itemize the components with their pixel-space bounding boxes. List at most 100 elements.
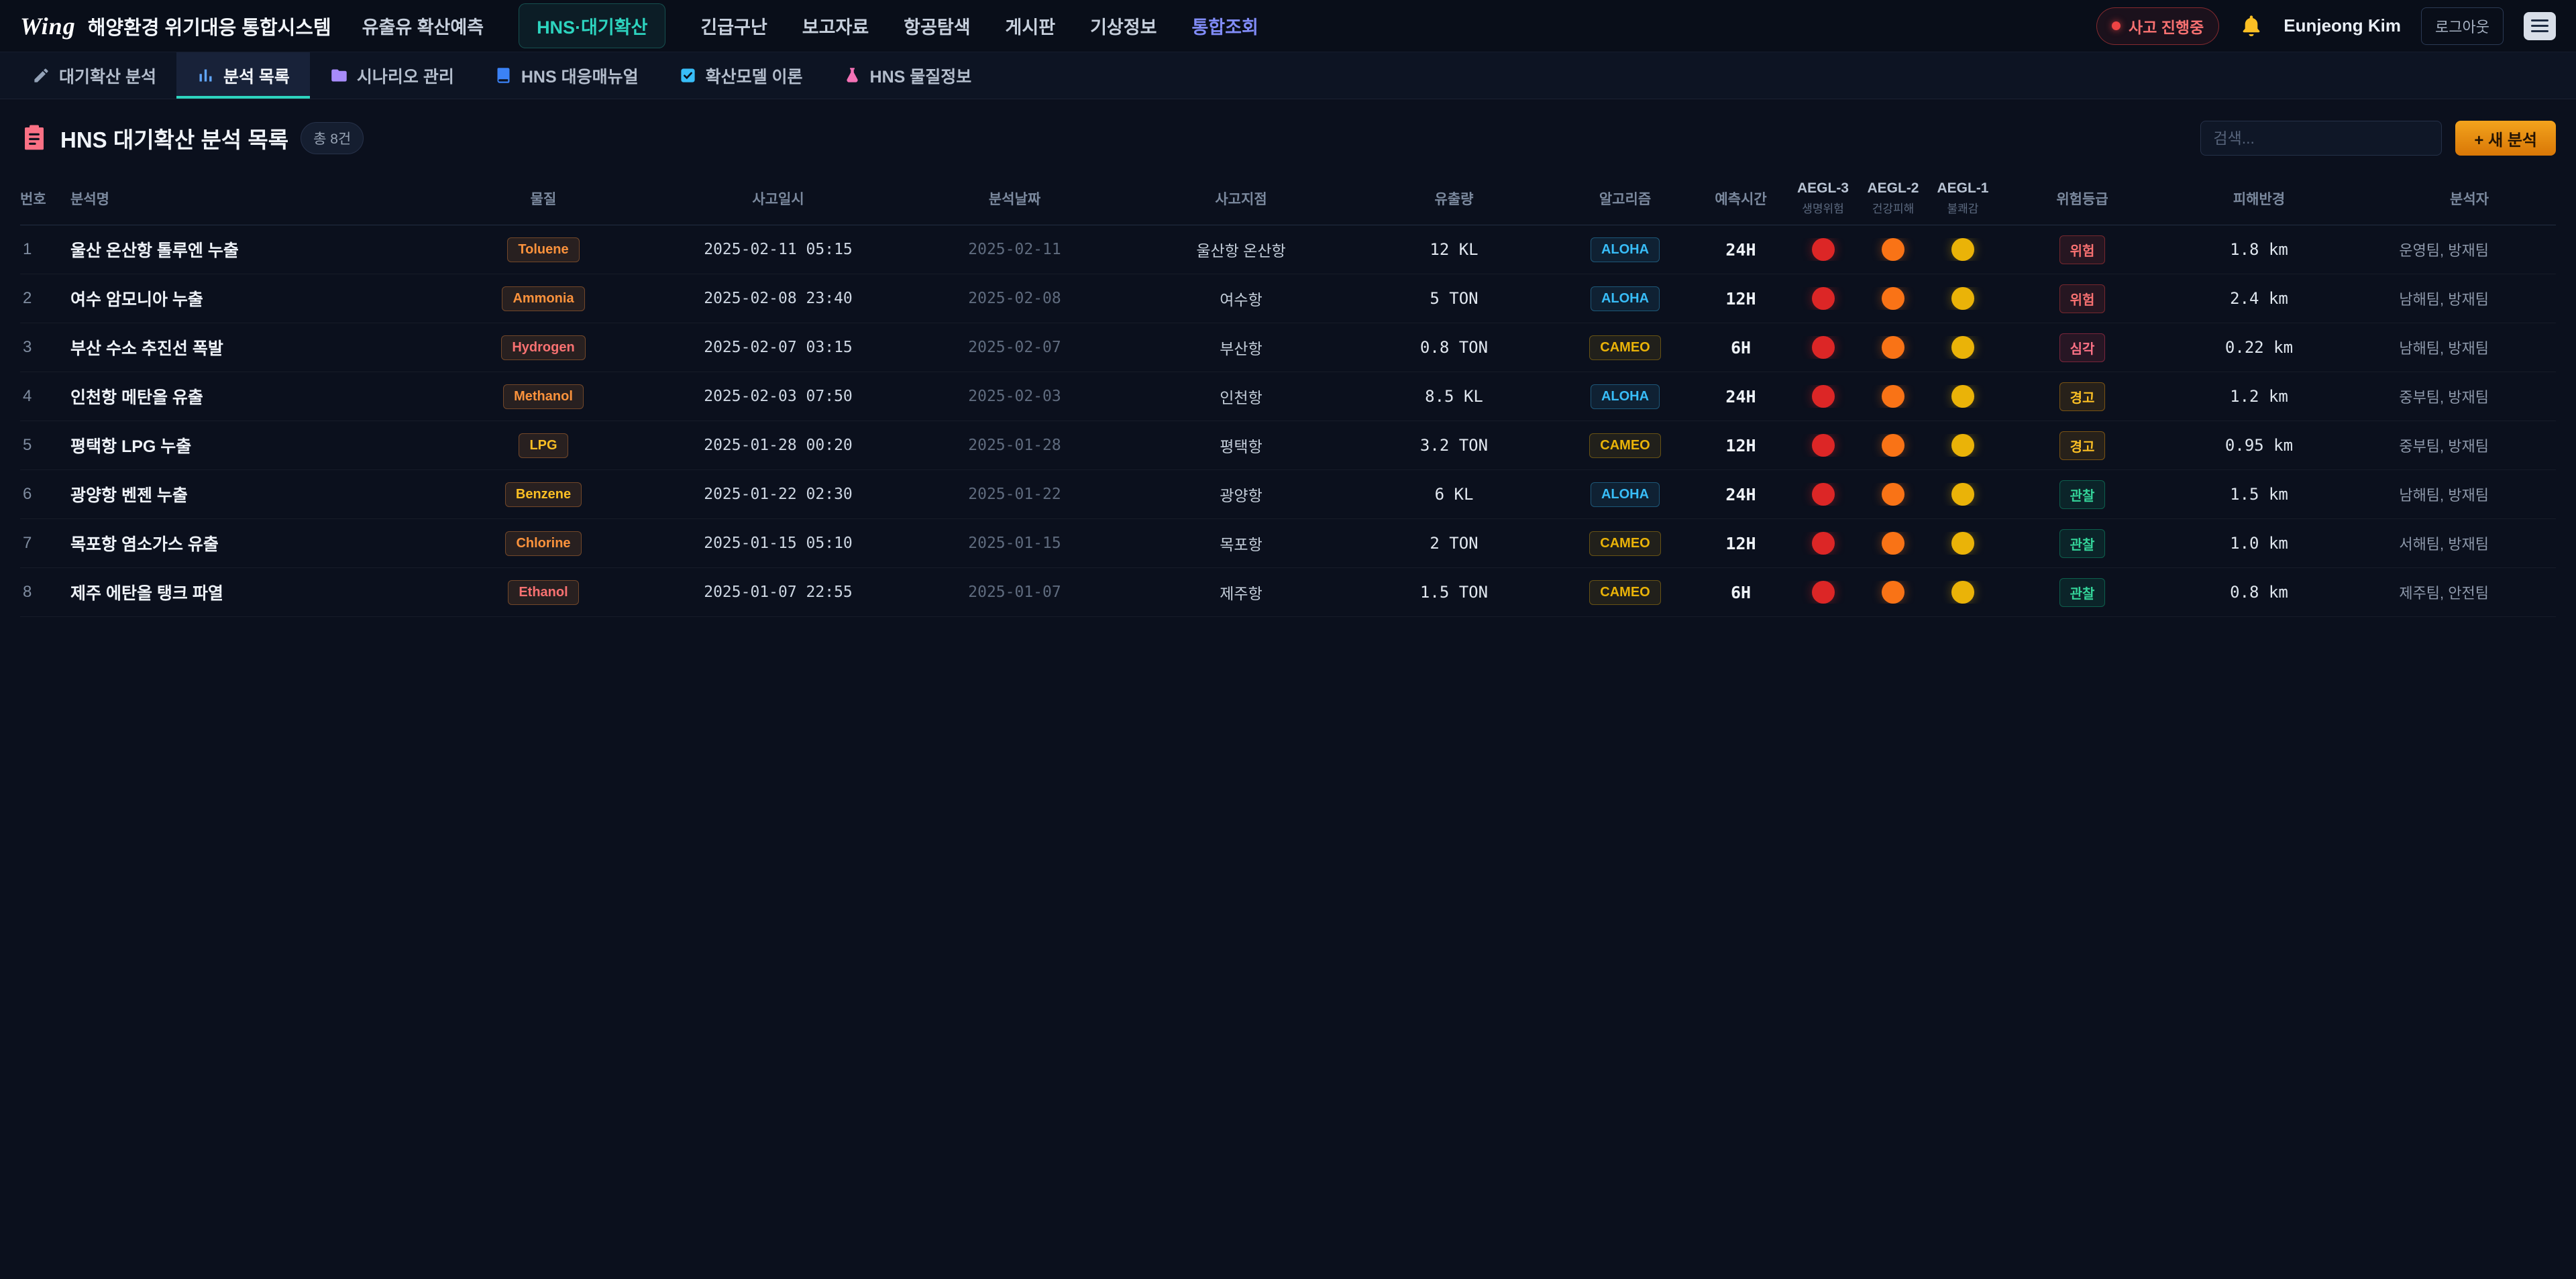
risk-badge: 관찰 [2059, 578, 2106, 607]
analysis-name: 광양항 벤젠 누출 [70, 482, 429, 506]
logout-button[interactable]: 로그아웃 [2421, 7, 2504, 45]
table-body: 1 울산 온산항 톨루엔 누출 Toluene 2025-02-11 05:15… [20, 225, 2556, 617]
total-count-badge: 총 8건 [301, 122, 364, 154]
nav-item-emergency-rescue[interactable]: 긴급구난 [700, 13, 767, 39]
substance-badge: Ethanol [508, 580, 578, 605]
notification-bell-icon[interactable] [2239, 14, 2263, 38]
spill-amount: 8.5 KL [1352, 387, 1556, 406]
accident-datetime: 2025-01-28 00:20 [657, 437, 899, 454]
aegl2-indicator [1882, 336, 1904, 359]
col-risk-grade: 위험등급 [1998, 188, 2167, 209]
analysis-name: 목포항 염소가스 유출 [70, 531, 429, 555]
incident-status-label: 사고 진행중 [2129, 15, 2204, 38]
damage-radius: 0.22 km [2167, 338, 2351, 357]
row-number: 7 [20, 534, 70, 553]
table-row[interactable]: 4 인천항 메탄올 유출 Methanol 2025-02-03 07:50 2… [20, 372, 2556, 421]
top-navigation-bar: Wing 해양환경 위기대응 통합시스템 유출유 확산예측 HNS·대기확산 긴… [0, 0, 2576, 52]
table-row[interactable]: 1 울산 온산항 톨루엔 누출 Toluene 2025-02-11 05:15… [20, 225, 2556, 274]
aegl1-indicator [1951, 287, 1974, 310]
search-input[interactable] [2200, 121, 2442, 156]
analysis-name: 부산 수소 추진선 폭발 [70, 335, 429, 359]
aegl3-indicator [1812, 483, 1835, 506]
user-name: Eunjeong Kim [2284, 15, 2401, 36]
risk-badge: 위험 [2059, 284, 2106, 313]
risk-badge: 관찰 [2059, 480, 2106, 509]
analysis-date: 2025-01-15 [899, 535, 1130, 552]
tab-hns-substance-info[interactable]: HNS 물질정보 [823, 52, 992, 99]
new-analysis-button[interactable]: + 새 분석 [2455, 121, 2556, 156]
analysis-date: 2025-01-28 [899, 437, 1130, 454]
prediction-time: 12H [1694, 289, 1788, 309]
analysis-name: 인천항 메탄올 유출 [70, 384, 429, 408]
table-row[interactable]: 2 여수 암모니아 누출 Ammonia 2025-02-08 23:40 20… [20, 274, 2556, 323]
aegl1-indicator [1951, 434, 1974, 457]
row-number: 2 [20, 289, 70, 308]
tab-label: 분석 목록 [223, 64, 290, 88]
nav-item-integrated-search[interactable]: 통합조회 [1191, 13, 1258, 39]
aegl2-indicator [1882, 434, 1904, 457]
damage-radius: 1.5 km [2167, 485, 2351, 504]
table-row[interactable]: 6 광양항 벤젠 누출 Benzene 2025-01-22 02:30 202… [20, 470, 2556, 519]
incident-status-badge: 사고 진행중 [2096, 7, 2219, 45]
col-analysis-name: 분석명 [70, 188, 429, 209]
page-header-actions: + 새 분석 [2200, 121, 2556, 156]
table-header-row: 번호 분석명 물질 사고일시 분석날짜 사고지점 유출량 알고리즘 예측시간 A… [20, 172, 2556, 225]
tab-diffusion-analysis[interactable]: 대기확산 분석 [12, 52, 176, 99]
row-number: 5 [20, 436, 70, 455]
aegl2-indicator [1882, 287, 1904, 310]
app-logo: Wing [20, 12, 76, 40]
nav-item-spill-prediction[interactable]: 유출유 확산예측 [362, 13, 484, 39]
risk-badge: 위험 [2059, 235, 2106, 264]
spill-amount: 3.2 TON [1352, 436, 1556, 455]
sub-tab-bar: 대기확산 분석 분석 목록 시나리오 관리 HNS 대응매뉴얼 확산모델 이론 … [0, 52, 2576, 99]
analyst: 제주팀, 안전팀 [2351, 581, 2556, 603]
accident-location: 목포항 [1130, 532, 1352, 555]
accident-datetime: 2025-02-11 05:15 [657, 241, 899, 258]
substance-badge: Benzene [505, 482, 582, 507]
tab-analysis-list[interactable]: 분석 목록 [176, 52, 310, 99]
analyst: 남해팀, 방재팀 [2351, 288, 2556, 309]
spill-amount: 12 KL [1352, 240, 1556, 259]
table-row[interactable]: 8 제주 에탄올 탱크 파열 Ethanol 2025-01-07 22:55 … [20, 568, 2556, 617]
nav-item-hns-diffusion[interactable]: HNS·대기확산 [519, 3, 665, 48]
accident-location: 인천항 [1130, 385, 1352, 408]
tab-hns-manual[interactable]: HNS 대응매뉴얼 [474, 52, 659, 99]
analyst: 중부팀, 방재팀 [2351, 386, 2556, 407]
prediction-time: 6H [1694, 583, 1788, 602]
analysis-name: 제주 에탄올 탱크 파열 [70, 580, 429, 604]
risk-badge: 심각 [2059, 333, 2106, 362]
prediction-time: 6H [1694, 338, 1788, 357]
accident-datetime: 2025-02-08 23:40 [657, 290, 899, 307]
accident-location: 여수항 [1130, 287, 1352, 310]
table-row[interactable]: 5 평택항 LPG 누출 LPG 2025-01-28 00:20 2025-0… [20, 421, 2556, 470]
spill-amount: 5 TON [1352, 289, 1556, 308]
tab-model-theory[interactable]: 확산모델 이론 [659, 52, 823, 99]
accident-location: 평택항 [1130, 434, 1352, 457]
nav-item-reports[interactable]: 보고자료 [802, 13, 869, 39]
nav-item-board[interactable]: 게시판 [1006, 13, 1056, 39]
col-substance: 물질 [429, 188, 657, 209]
aegl1-indicator [1951, 238, 1974, 261]
table-row[interactable]: 3 부산 수소 추진선 폭발 Hydrogen 2025-02-07 03:15… [20, 323, 2556, 372]
aegl3-indicator [1812, 581, 1835, 604]
nav-item-weather-info[interactable]: 기상정보 [1090, 13, 1157, 39]
nav-item-aerial-search[interactable]: 항공탐색 [904, 13, 970, 39]
col-spill-amount: 유출량 [1352, 188, 1556, 209]
incident-dot-icon [2112, 21, 2121, 30]
aegl3-indicator [1812, 532, 1835, 555]
prediction-time: 24H [1694, 240, 1788, 260]
check-square-icon [679, 66, 697, 85]
analyst: 서해팀, 방재팀 [2351, 533, 2556, 554]
aegl3-indicator [1812, 336, 1835, 359]
damage-radius: 2.4 km [2167, 289, 2351, 308]
table-row[interactable]: 7 목포항 염소가스 유출 Chlorine 2025-01-15 05:10 … [20, 519, 2556, 568]
brand: Wing 해양환경 위기대응 통합시스템 [20, 12, 331, 40]
book-icon [494, 66, 513, 85]
hamburger-menu-button[interactable] [2524, 12, 2556, 40]
accident-location: 부산항 [1130, 336, 1352, 359]
aegl2-indicator [1882, 385, 1904, 408]
substance-badge: LPG [519, 433, 568, 458]
col-analyst: 분석자 [2351, 188, 2556, 209]
col-damage-radius: 피해반경 [2167, 188, 2351, 209]
tab-scenario-management[interactable]: 시나리오 관리 [310, 52, 474, 99]
